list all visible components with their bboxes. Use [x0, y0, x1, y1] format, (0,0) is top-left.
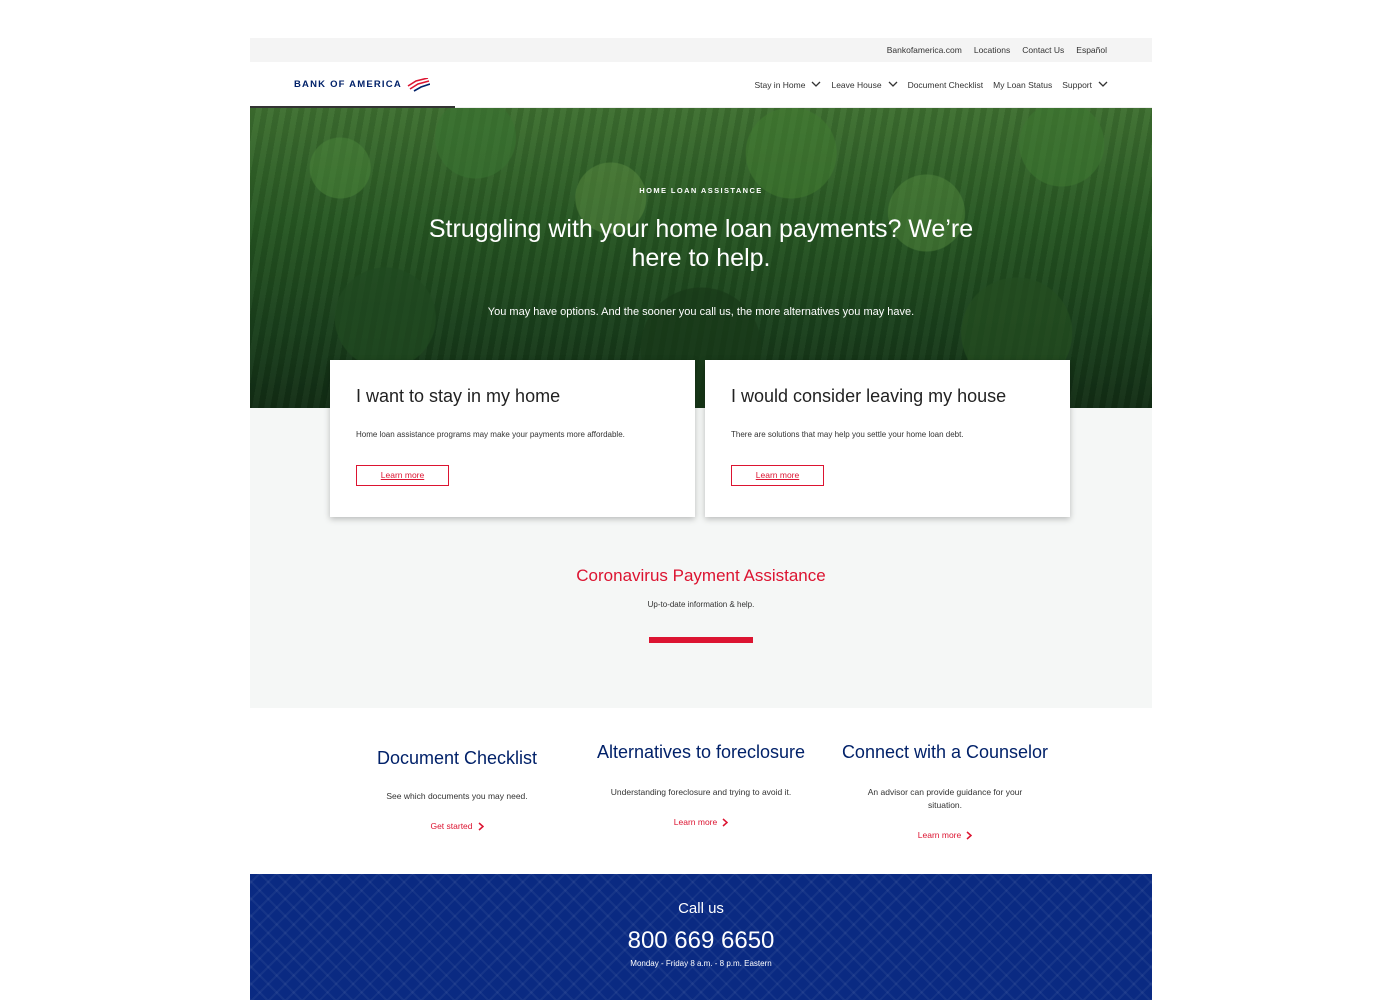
nav-item-my-loan-status[interactable]: My Loan Status	[993, 80, 1052, 90]
link-label: Learn more	[673, 817, 718, 827]
feature-text: See which documents you may need.	[386, 791, 528, 801]
options-section: I want to stay in my home Home loan assi…	[250, 360, 1152, 708]
chevron-down-icon	[1098, 81, 1108, 87]
chevron-right-icon	[966, 830, 973, 840]
covid-title-link[interactable]: Coronavirus Payment Assistance	[576, 566, 825, 586]
option-cards: I want to stay in my home Home loan assi…	[330, 360, 1070, 517]
feature-text: An advisor can provide guidance for your…	[867, 787, 1023, 810]
learn-more-button[interactable]: Learn more	[731, 465, 824, 486]
feature-connect-counselor: Connect with a Counselor An advisor can …	[823, 708, 1067, 874]
call-us-label: Call us	[678, 900, 724, 917]
card-stay-in-home: I want to stay in my home Home loan assi…	[330, 360, 695, 517]
utility-bar: Bankofamerica.com Locations Contact Us E…	[250, 38, 1152, 62]
chevron-down-icon	[888, 81, 898, 87]
call-hours: Monday - Friday 8 a.m. - 8 p.m. Eastern	[630, 959, 772, 968]
nav-menu: Stay in Home Leave House Document Checkl…	[744, 80, 1108, 90]
utility-link-locations[interactable]: Locations	[974, 45, 1010, 55]
nav-item-label: Document Checklist	[907, 79, 984, 90]
covid-assistance: Coronavirus Payment Assistance Up-to-dat…	[250, 566, 1152, 643]
nav-item-document-checklist[interactable]: Document Checklist	[908, 80, 984, 90]
utility-link-bankofamerica[interactable]: Bankofamerica.com	[887, 45, 962, 55]
feature-title: Connect with a Counselor	[841, 742, 1049, 762]
features-section: Document Checklist See which documents y…	[250, 708, 1152, 874]
feature-title: Document Checklist	[376, 748, 538, 768]
hero-title: Struggling with your home loan payments?…	[428, 215, 974, 272]
covid-accent-bar	[649, 637, 753, 643]
hero-content: HOME LOAN ASSISTANCE Struggling with you…	[250, 186, 1152, 318]
link-label: Get started	[430, 821, 473, 831]
nav-item-leave-house[interactable]: Leave House	[831, 79, 898, 90]
chevron-right-icon	[478, 821, 484, 831]
card-title: I would consider leaving my house	[731, 386, 1007, 406]
page: Bankofamerica.com Locations Contact Us E…	[250, 38, 1152, 1000]
link-label: Learn more	[917, 830, 962, 840]
brand-logo[interactable]: BANK OF AMERICA	[294, 77, 430, 92]
phone-number-link[interactable]: 800 669 6650	[250, 927, 1152, 955]
feature-text: Understanding foreclosure and trying to …	[610, 787, 792, 797]
learn-more-button[interactable]: Learn more	[356, 465, 449, 486]
hero-subtitle: You may have options. And the sooner you…	[487, 306, 915, 318]
utility-link-espanol[interactable]: Español	[1076, 45, 1107, 55]
chevron-down-icon	[812, 81, 821, 87]
nav-item-label: Leave House	[831, 79, 882, 90]
nav-item-label: My Loan Status	[993, 79, 1053, 90]
nav-item-stay-in-home[interactable]: Stay in Home	[754, 80, 821, 90]
get-started-link[interactable]: Get started	[430, 821, 484, 831]
feature-document-checklist: Document Checklist See which documents y…	[335, 708, 579, 874]
nav-item-support[interactable]: Support	[1062, 80, 1108, 90]
nav-item-label: Stay in Home	[754, 79, 806, 90]
call-us-section: Call us 800 669 6650 Monday - Friday 8 a…	[250, 874, 1152, 1000]
card-leave-house: I would consider leaving my house There …	[705, 360, 1070, 517]
learn-more-link[interactable]: Learn more	[917, 830, 973, 840]
brand-name: BANK OF AMERICA	[294, 79, 402, 90]
card-title: I want to stay in my home	[356, 386, 561, 406]
card-text: Home loan assistance programs may make y…	[356, 430, 625, 439]
feature-alternatives-foreclosure: Alternatives to foreclosure Understandin…	[579, 708, 823, 874]
flag-logo-icon	[407, 77, 430, 92]
feature-title: Alternatives to foreclosure	[596, 742, 806, 762]
covid-subtitle: Up-to-date information & help.	[647, 600, 755, 609]
nav-item-label: Support	[1062, 79, 1092, 90]
utility-link-contact-us[interactable]: Contact Us	[1022, 45, 1064, 55]
card-text: There are solutions that may help you se…	[731, 430, 964, 439]
chevron-right-icon	[722, 817, 729, 827]
main-nav: BANK OF AMERICA Stay in Home Leave House…	[250, 62, 1152, 108]
learn-more-link[interactable]: Learn more	[673, 817, 729, 827]
hero-eyebrow: HOME LOAN ASSISTANCE	[639, 186, 763, 195]
